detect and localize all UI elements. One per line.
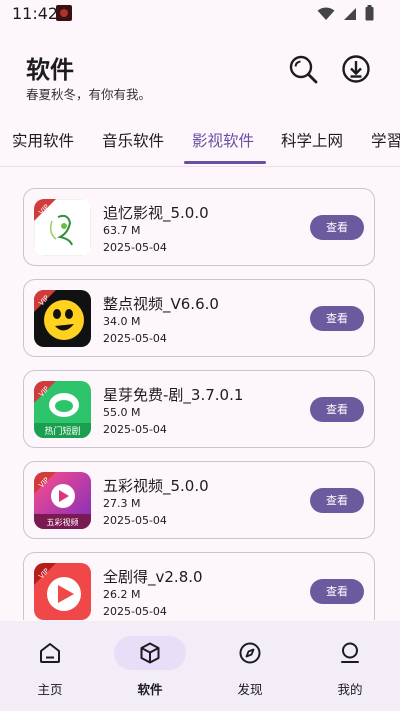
search-button[interactable]: [286, 54, 320, 88]
tab-indicator: [184, 161, 266, 164]
app-card[interactable]: VIP 全剧得_v2.8.0 26.2 M 2025-05-04 查看: [23, 552, 375, 620]
app-card[interactable]: VIP 热门短剧 星芽免费-剧_3.7.0.1 55.0 M 2025-05-0…: [23, 370, 375, 448]
app-icon: VIP 五彩视频: [34, 472, 91, 529]
tab-video[interactable]: 影视软件: [192, 120, 254, 164]
app-icon: VIP: [34, 563, 91, 620]
tab-music[interactable]: 音乐软件: [102, 120, 164, 164]
app-icon: VIP: [34, 290, 91, 347]
app-name: 整点视频_V6.6.0: [103, 295, 219, 313]
status-icons: [317, 5, 374, 25]
app-date: 2025-05-04: [103, 423, 167, 436]
app-card[interactable]: VIP 五彩视频 五彩视频_5.0.0 27.3 M 2025-05-04 查看: [23, 461, 375, 539]
bottom-nav: 主页 软件 发现 我的: [0, 621, 400, 711]
nav-label: 我的: [337, 682, 363, 697]
page-subtitle: 春夏秋冬，有你有我。: [26, 87, 152, 102]
app-list: VIP 追忆影视_5.0.0 63.7 M 2025-05-04 查看 VIP …: [0, 166, 400, 620]
nav-label: 软件: [137, 682, 163, 697]
app-card[interactable]: VIP 追忆影视_5.0.0 63.7 M 2025-05-04 查看: [23, 188, 375, 266]
app-size: 55.0 M: [103, 406, 141, 419]
view-button[interactable]: 查看: [310, 215, 364, 240]
app-date: 2025-05-04: [103, 514, 167, 527]
tab-utility[interactable]: 实用软件: [12, 120, 74, 164]
app-icon: VIP: [34, 199, 91, 256]
nav-item-software[interactable]: 软件: [100, 633, 200, 703]
app-size: 63.7 M: [103, 224, 141, 237]
app-date: 2025-05-04: [103, 241, 167, 254]
nav-item-profile[interactable]: 我的: [300, 633, 400, 703]
signal-icon: [343, 6, 357, 25]
person-icon: [338, 641, 362, 665]
app-name: 星芽免费-剧_3.7.0.1: [103, 386, 244, 404]
tab-vpn[interactable]: 科学上网: [281, 120, 343, 164]
svg-text:热门短剧: 热门短剧: [44, 425, 80, 437]
app-date: 2025-05-04: [103, 332, 167, 345]
page-title: 软件: [26, 56, 74, 84]
status-bar: 11:42: [0, 0, 400, 28]
nav-label: 主页: [37, 682, 63, 697]
home-icon: [38, 641, 62, 665]
category-tabs: 实用软件 音乐软件 影视软件 科学上网 学習: [0, 120, 400, 167]
tab-learning[interactable]: 学習: [371, 120, 400, 164]
app-card[interactable]: VIP 整点视频_V6.6.0 34.0 M 2025-05-04 查看: [23, 279, 375, 357]
wifi-icon: [317, 6, 335, 25]
status-time: 11:42: [12, 4, 59, 23]
search-icon: [288, 54, 318, 88]
view-button[interactable]: 查看: [310, 488, 364, 513]
box-icon: [138, 641, 162, 665]
app-size: 34.0 M: [103, 315, 141, 328]
header: 软件 春夏秋冬，有你有我。: [0, 28, 400, 118]
compass-icon: [238, 641, 262, 665]
svg-text:五彩视频: 五彩视频: [47, 517, 79, 527]
app-name: 五彩视频_5.0.0: [103, 477, 209, 495]
app-size: 26.2 M: [103, 588, 141, 601]
view-button[interactable]: 查看: [310, 579, 364, 604]
download-icon: [341, 54, 371, 88]
app-size: 27.3 M: [103, 497, 141, 510]
app-icon: VIP 热门短剧: [34, 381, 91, 438]
view-button[interactable]: 查看: [310, 306, 364, 331]
nav-item-discover[interactable]: 发现: [200, 633, 300, 703]
nav-label: 发现: [237, 682, 263, 697]
app-name: 追忆影视_5.0.0: [103, 204, 209, 222]
battery-icon: [365, 5, 374, 25]
download-button[interactable]: [339, 54, 373, 88]
view-button[interactable]: 查看: [310, 397, 364, 422]
app-date: 2025-05-04: [103, 605, 167, 618]
notification-app-icon: [56, 5, 72, 21]
app-name: 全剧得_v2.8.0: [103, 568, 203, 586]
nav-item-home[interactable]: 主页: [0, 633, 100, 703]
